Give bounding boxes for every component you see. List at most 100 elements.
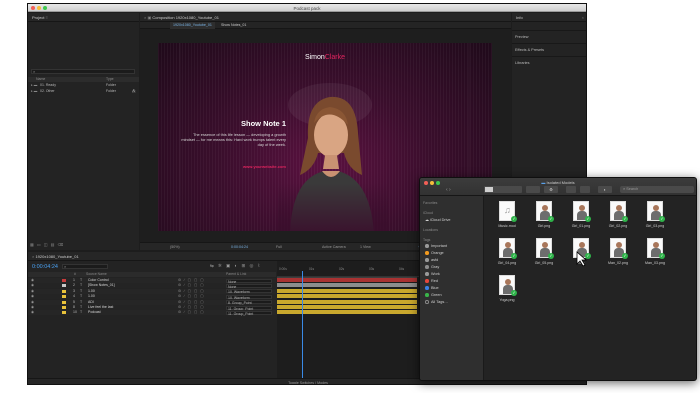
sidebar-tag[interactable]: Red bbox=[425, 279, 438, 283]
layer-row[interactable]: ◉ 4 T 1.00 ⚙ ∕ ▢ ▢ ▢ 10. Waveform bbox=[28, 294, 276, 300]
layer-name[interactable]: Podcast bbox=[88, 310, 101, 315]
layer-switches[interactable]: ⚙ ∕ ▢ ▢ ▢ bbox=[178, 310, 205, 315]
sidebar-tag[interactable]: Orange bbox=[425, 251, 444, 255]
effects-presets-panel[interactable]: Effects & Presets bbox=[512, 43, 586, 55]
file-item[interactable]: ✓ Man_03.png bbox=[638, 238, 672, 270]
group-button[interactable] bbox=[526, 186, 540, 193]
eye-icon[interactable]: ◉ bbox=[31, 305, 34, 310]
close-icon[interactable]: × bbox=[582, 13, 584, 22]
tag-button[interactable] bbox=[580, 186, 590, 193]
parent-dropdown[interactable]: 10. Waveform bbox=[226, 294, 272, 300]
file-item[interactable]: ♫ ✓ Music.mod bbox=[490, 201, 524, 233]
layer-row[interactable]: ◉ 8 T Live feel the last ⚙ ∕ ▢ ▢ ▢ 11. Group_… bbox=[28, 305, 276, 311]
parent-dropdown[interactable]: 10. Waveform bbox=[226, 289, 272, 294]
sidebar-tag[interactable]: Green bbox=[425, 293, 442, 297]
layer-color-label[interactable] bbox=[62, 311, 66, 315]
layer-row[interactable]: ◉ 1 T Color Control ⚙ ∕ ▢ ▢ ▢ None bbox=[28, 278, 276, 284]
layer-duration-bar[interactable] bbox=[277, 278, 417, 283]
camera-dropdown[interactable]: Active Camera bbox=[322, 243, 346, 251]
layer-color-label[interactable] bbox=[62, 279, 66, 282]
eye-icon[interactable]: ◉ bbox=[31, 289, 34, 294]
file-item[interactable]: ✓ Man_02.png bbox=[601, 238, 635, 270]
layer-duration-bar[interactable] bbox=[277, 283, 417, 289]
share-button[interactable] bbox=[566, 186, 576, 193]
layer-color-label[interactable] bbox=[62, 300, 66, 304]
layer-switches[interactable]: ⚙ ∕ ▢ ▢ ▢ bbox=[178, 283, 205, 288]
project-footer-icons[interactable]: ▦ ▭ ◫ ▤ ⌫ bbox=[30, 242, 90, 248]
tab-composition[interactable]: 1920x1080_Youtube_01 bbox=[170, 22, 215, 29]
parent-dropdown[interactable]: 11. Group_Point bbox=[226, 305, 272, 311]
file-item[interactable]: ✓ Girl_05.png bbox=[527, 238, 561, 270]
layer-color-label[interactable] bbox=[62, 295, 66, 299]
playhead[interactable] bbox=[302, 271, 303, 378]
layer-duration-bar[interactable] bbox=[277, 310, 417, 316]
project-item[interactable]: ▸ ▬ 01. Ready Folder bbox=[28, 83, 139, 88]
layer-duration-bar[interactable] bbox=[277, 305, 417, 310]
layer-switches[interactable]: ⚙ ∕ ▢ ▢ ▢ bbox=[178, 305, 205, 310]
layer-switches[interactable]: ⚙ ∕ ▢ ▢ ▢ bbox=[178, 278, 205, 283]
sidebar-tag[interactable]: asfd bbox=[425, 258, 438, 262]
layer-name[interactable]: Color Control bbox=[88, 278, 109, 283]
eye-icon[interactable]: ◉ bbox=[31, 300, 34, 305]
layer-duration-bar[interactable] bbox=[277, 299, 417, 305]
project-item[interactable]: ▸ ▬ 02. Other Folder ⁂ bbox=[28, 89, 139, 94]
layer-name[interactable]: ADI bbox=[88, 300, 94, 305]
project-panel-header[interactable]: Project ≡ bbox=[28, 13, 139, 22]
file-item[interactable]: ✓ Girl_03.png bbox=[638, 201, 672, 233]
parent-dropdown[interactable]: 11. Group_Point bbox=[226, 310, 272, 316]
file-item[interactable]: ✓ Girl_01.png bbox=[564, 201, 598, 233]
view-layout-dropdown[interactable]: 1 View bbox=[360, 243, 371, 251]
layer-switches[interactable]: ⚙ ∕ ▢ ▢ ▢ bbox=[178, 294, 205, 299]
sidebar-tag[interactable]: Blue bbox=[425, 286, 439, 290]
layer-name[interactable]: 1.00 bbox=[88, 289, 95, 294]
layer-duration-bar[interactable] bbox=[277, 288, 417, 294]
sidebar-tag[interactable]: Important bbox=[425, 244, 447, 248]
composition-panel-header[interactable]: × ▣ Composition 1920x1080_Youtube_01 bbox=[140, 13, 511, 22]
toggle-switches-modes[interactable]: Toggle Switches / Modes bbox=[288, 381, 328, 384]
parent-dropdown[interactable]: None bbox=[226, 283, 272, 289]
file-item[interactable]: ✓ Yoga.png bbox=[490, 275, 524, 307]
parent-dropdown[interactable]: None bbox=[226, 278, 272, 284]
eye-icon[interactable]: ◉ bbox=[31, 294, 34, 299]
magnification-dropdown[interactable]: (50%) bbox=[170, 243, 180, 251]
preview-panel[interactable]: Preview bbox=[512, 30, 586, 42]
icon-view-icon[interactable] bbox=[485, 187, 493, 192]
file-item[interactable]: ✓ Girl_02.png bbox=[601, 201, 635, 233]
layer-name[interactable]: Live feel the last bbox=[88, 305, 113, 310]
timeline-switches[interactable]: ⇆ ✲ ▣ ◐ ⊞ ◎ ⌇ bbox=[210, 263, 261, 269]
resolution-dropdown[interactable]: Full bbox=[276, 243, 282, 251]
project-search-input[interactable]: ⌕ bbox=[31, 69, 135, 74]
sidebar-tag[interactable]: All Tags… bbox=[425, 300, 448, 304]
eye-icon[interactable]: ◉ bbox=[31, 283, 34, 288]
layer-row[interactable]: ◉ 2 T [Show Notes_01] ⚙ ∕ ▢ ▢ ▢ None bbox=[28, 283, 276, 289]
file-item[interactable]: ✓ Girl_04.png bbox=[490, 238, 524, 270]
file-item[interactable]: ✓ Girl.png bbox=[527, 201, 561, 233]
tab-show-notes[interactable]: Show Notes_01 bbox=[218, 22, 249, 29]
sidebar-tag[interactable]: Work bbox=[425, 272, 440, 276]
info-panel-header[interactable]: Info × bbox=[512, 13, 586, 22]
layer-duration-bar[interactable] bbox=[277, 294, 417, 300]
sidebar-item-icloud-drive[interactable]: ☁ iCloud Drive bbox=[425, 217, 451, 222]
finder-search-input[interactable]: ⌕ Search bbox=[620, 186, 694, 193]
layer-row[interactable]: ◉ 5 T ADI ⚙ ∕ ▢ ▢ ▢ 8. Group_Point bbox=[28, 299, 276, 305]
layer-name[interactable]: 1.00 bbox=[88, 294, 95, 299]
timeline-current-time[interactable]: 0:00:04:24 bbox=[32, 264, 58, 270]
action-dropdown[interactable]: ◐ bbox=[598, 186, 612, 193]
eye-icon[interactable]: ◉ bbox=[31, 310, 34, 315]
timeline-search-input[interactable]: ⌕ bbox=[62, 264, 108, 269]
parent-dropdown[interactable]: 8. Group_Point bbox=[226, 300, 272, 305]
layer-color-label[interactable] bbox=[62, 306, 66, 309]
layer-color-label[interactable] bbox=[62, 289, 66, 293]
layer-name[interactable]: [Show Notes_01] bbox=[88, 283, 115, 288]
layer-switches[interactable]: ⚙ ∕ ▢ ▢ ▢ bbox=[178, 289, 205, 294]
libraries-panel[interactable]: Libraries bbox=[512, 56, 586, 68]
current-time[interactable]: 0:00:04:24 bbox=[231, 243, 248, 251]
layer-switches[interactable]: ⚙ ∕ ▢ ▢ ▢ bbox=[178, 300, 205, 305]
view-mode-buttons[interactable] bbox=[484, 186, 522, 193]
back-forward-buttons[interactable]: ‹ › bbox=[446, 187, 451, 193]
sidebar-tag[interactable]: Gray bbox=[425, 265, 439, 269]
layer-row[interactable]: ◉ 10 T Podcast ⚙ ∕ ▢ ▢ ▢ 11. Group_Point bbox=[28, 310, 276, 316]
eye-icon[interactable]: ◉ bbox=[31, 278, 34, 283]
gear-icon[interactable]: ⚙ bbox=[544, 186, 558, 193]
layer-row[interactable]: ◉ 3 T 1.00 ⚙ ∕ ▢ ▢ ▢ 10. Waveform bbox=[28, 288, 276, 294]
